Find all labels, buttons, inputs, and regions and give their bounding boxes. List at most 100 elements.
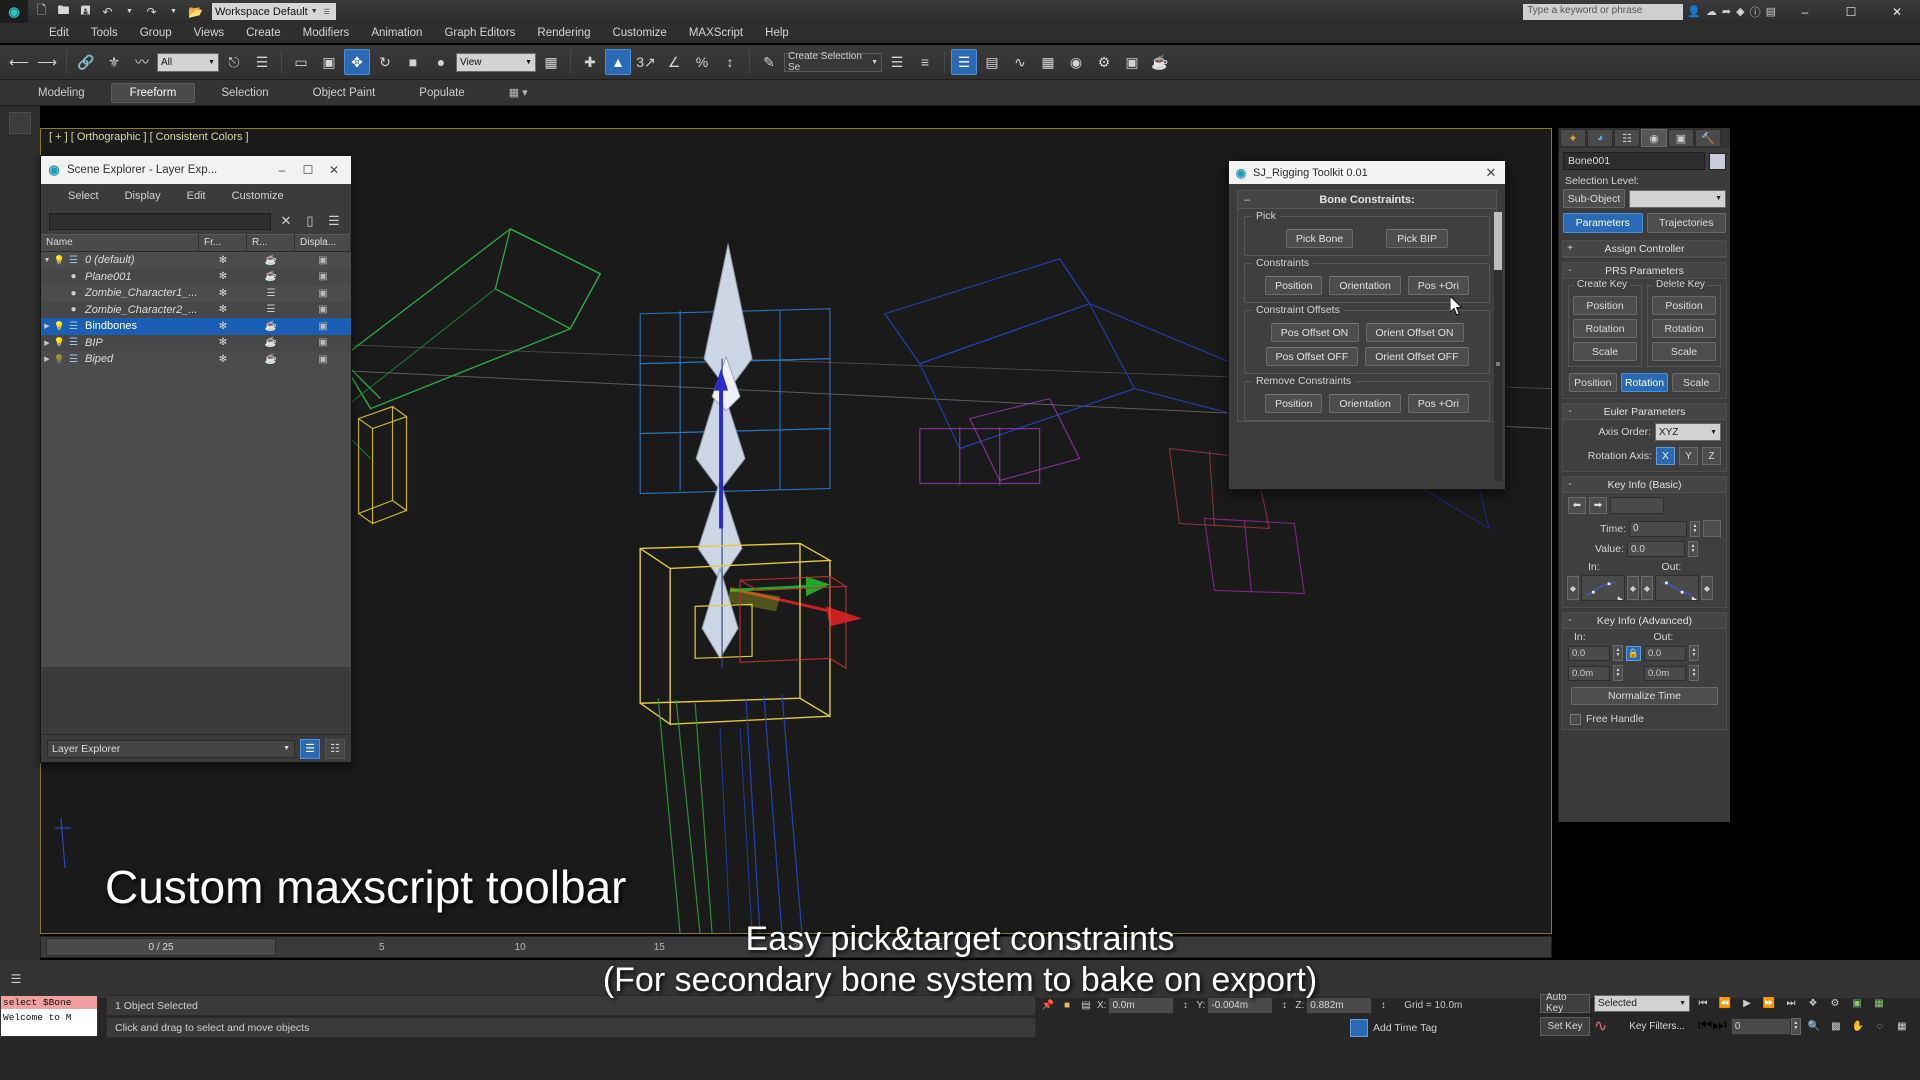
redo-icon[interactable]: ⟶ [34, 49, 60, 75]
chevron-right-icon[interactable]: ▶ [41, 339, 53, 347]
percent-snap-icon[interactable]: % [689, 49, 715, 75]
select-and-manipulate-icon[interactable]: ✚ [577, 49, 603, 75]
key-mode-toggle-icon[interactable]: ⏮⏭ [1698, 1017, 1727, 1035]
tab-freeform[interactable]: Freeform [110, 82, 196, 103]
rail-button[interactable] [9, 112, 31, 134]
display-icon[interactable]: ▣ [295, 354, 351, 365]
out-length-field[interactable]: 0.0m [1644, 665, 1686, 681]
named-selection-set-dropdown[interactable]: Create Selection Se ▼ [784, 51, 882, 73]
next-frame-icon[interactable]: ⏩ [1760, 995, 1778, 1012]
coord-y-value[interactable]: -0.004m [1207, 997, 1274, 1014]
explorer-mode-selector[interactable]: Layer Explorer ▼ [47, 739, 295, 758]
render-teapot-icon[interactable]: ☕ [247, 271, 295, 282]
current-frame-field[interactable]: 0 [1730, 1017, 1791, 1035]
undo-dropdown-icon[interactable]: ▼ [120, 2, 139, 21]
rotation-axis-y-button[interactable]: Y [1679, 447, 1698, 465]
out-value-field[interactable]: 0.0 [1644, 645, 1686, 661]
expand-icon[interactable]: + [1563, 243, 1577, 254]
track-bar-icon[interactable]: ☰ [4, 967, 28, 991]
scene-explorer-titlebar[interactable]: ◉ Scene Explorer - Layer Exp... – ☐ ✕ [41, 156, 351, 184]
in-value-field[interactable]: 0.0 [1568, 645, 1610, 661]
sub-object-button[interactable]: Sub-Object [1563, 189, 1625, 208]
list-item[interactable]: ▶ 💡 ☰ BIP ✻ ☕ ▣ [41, 334, 351, 351]
maximize-icon[interactable]: ☐ [295, 157, 321, 183]
light-bulb-icon[interactable]: 💡 [53, 321, 66, 332]
column-header-display[interactable]: Displa... [295, 234, 351, 252]
render-layers-icon[interactable]: ☰ [247, 288, 295, 299]
keyword-search-input[interactable]: Type a keyword or phrase [1523, 3, 1684, 20]
y-spinner-icon[interactable]: ↕ [1276, 998, 1292, 1014]
exchange-icon[interactable]: ▤ [1766, 5, 1776, 18]
help-icon[interactable]: ⓘ [1750, 4, 1761, 20]
tab-selection[interactable]: Selection [203, 84, 286, 102]
pin-icon[interactable]: 📌 [1040, 998, 1056, 1014]
axis-order-dropdown[interactable]: XYZ ▼ [1655, 423, 1721, 441]
in-length-field[interactable]: 0.0m [1568, 665, 1610, 681]
layer-stack-icon[interactable]: ☰ [325, 213, 343, 229]
select-and-link-icon[interactable]: 🔗 [73, 49, 99, 75]
zoom-icon[interactable]: 🔍 [1805, 1018, 1823, 1035]
column-header-freeze[interactable]: Fr... [199, 234, 247, 252]
z-spinner-icon[interactable]: ↕ [1375, 998, 1391, 1014]
scene-explorer-tree[interactable]: ▼ 💡 ☰ 0 (default) ✻ ☕ ▣ ● Plane001 ✻ ☕ ▣ [41, 252, 351, 667]
pos-offset-off-button[interactable]: Pos Offset OFF [1265, 347, 1359, 366]
out-value-spinner[interactable]: ▲ ▼ [1689, 645, 1699, 661]
filter-icon[interactable]: ☷ [325, 738, 345, 759]
goto-end-icon[interactable]: ⏭ [1782, 995, 1800, 1012]
redo-icon[interactable]: ↷ [142, 2, 161, 21]
constraint-position-button[interactable]: Position [1265, 276, 1323, 295]
collapse-icon[interactable]: - [1563, 406, 1577, 417]
list-item[interactable]: ● Zombie_Character2_... ✻ ☰ ▣ [41, 301, 351, 318]
menu-item-rendering[interactable]: Rendering [526, 23, 601, 43]
scene-explorer-menu-select[interactable]: Select [55, 190, 112, 202]
collapse-icon[interactable]: - [1563, 479, 1577, 490]
collapse-icon[interactable]: - [1563, 265, 1577, 276]
maximize-viewport-icon[interactable]: ▦ [1893, 1018, 1911, 1035]
remove-pos-ori-button[interactable]: Pos +Ori [1407, 394, 1469, 413]
out-length-spinner[interactable]: ▲ ▼ [1689, 665, 1699, 681]
free-handle-row[interactable]: Free Handle [1563, 709, 1726, 729]
pos-offset-on-button[interactable]: Pos Offset ON [1270, 323, 1359, 342]
tab-populate[interactable]: Populate [401, 84, 482, 102]
align-icon[interactable]: ≡ [912, 49, 938, 75]
menu-item-edit[interactable]: Edit [38, 23, 80, 43]
render-teapot-icon[interactable]: ☕ [247, 255, 295, 266]
chevron-right-icon[interactable]: ▶ [41, 322, 53, 330]
viewport-label[interactable]: [ + ] [ Orthographic ] [ Consistent Colo… [49, 131, 249, 143]
display-icon[interactable]: ▣ [295, 288, 351, 299]
select-and-rotate-icon[interactable]: ↻ [372, 49, 398, 75]
open-file-icon[interactable]: 🖿 [54, 2, 73, 21]
max-logo-icon[interactable]: ◉ [0, 0, 28, 23]
auto-key-button[interactable]: Auto Key [1540, 992, 1590, 1014]
goto-start-icon[interactable]: ⏮ [1694, 995, 1712, 1012]
track-rotation-button[interactable]: Rotation [1620, 373, 1669, 392]
constraint-pos-ori-button[interactable]: Pos +Ori [1407, 276, 1469, 295]
menu-item-animation[interactable]: Animation [360, 23, 433, 43]
light-bulb-icon[interactable]: 💡 [53, 255, 66, 266]
play-icon[interactable]: ▶ [1738, 995, 1756, 1012]
render-teapot-icon[interactable]: ☕ [247, 337, 295, 348]
remove-orientation-button[interactable]: Orientation [1329, 394, 1401, 413]
dialog-scrollbar[interactable] [1494, 212, 1502, 481]
key-mode-toggle-icon[interactable]: ❖ [1804, 995, 1822, 1012]
absolute-relative-icon[interactable]: ▤ [1078, 998, 1094, 1014]
tab-object-paint[interactable]: Object Paint [295, 84, 394, 102]
rollout-header[interactable]: + Assign Controller [1563, 241, 1726, 257]
time-field[interactable]: 0 [1629, 520, 1687, 537]
object-color-swatch[interactable] [1709, 152, 1726, 170]
value-field[interactable]: 0.0 [1627, 541, 1685, 557]
orbit-icon[interactable]: ◌ [1871, 1018, 1889, 1035]
freeze-icon[interactable]: ✻ [199, 304, 247, 315]
menu-item-customize[interactable]: Customize [601, 23, 677, 43]
x-spinner-icon[interactable]: ↕ [1177, 998, 1193, 1014]
select-and-move-icon[interactable]: ✥ [344, 49, 370, 75]
close-icon[interactable]: ✕ [1874, 0, 1920, 23]
constraint-orientation-button[interactable]: Orientation [1329, 276, 1401, 295]
create-key-rotation-button[interactable]: Rotation [1573, 319, 1637, 338]
undo-icon[interactable]: ⟵ [6, 49, 32, 75]
angle-snap-icon[interactable]: ∠ [661, 49, 687, 75]
menu-item-group[interactable]: Group [129, 23, 183, 43]
in-tangent-curve[interactable] [1581, 575, 1625, 601]
share-icon[interactable]: ➦ [1722, 5, 1731, 18]
orient-offset-on-button[interactable]: Orient Offset ON [1365, 323, 1464, 342]
